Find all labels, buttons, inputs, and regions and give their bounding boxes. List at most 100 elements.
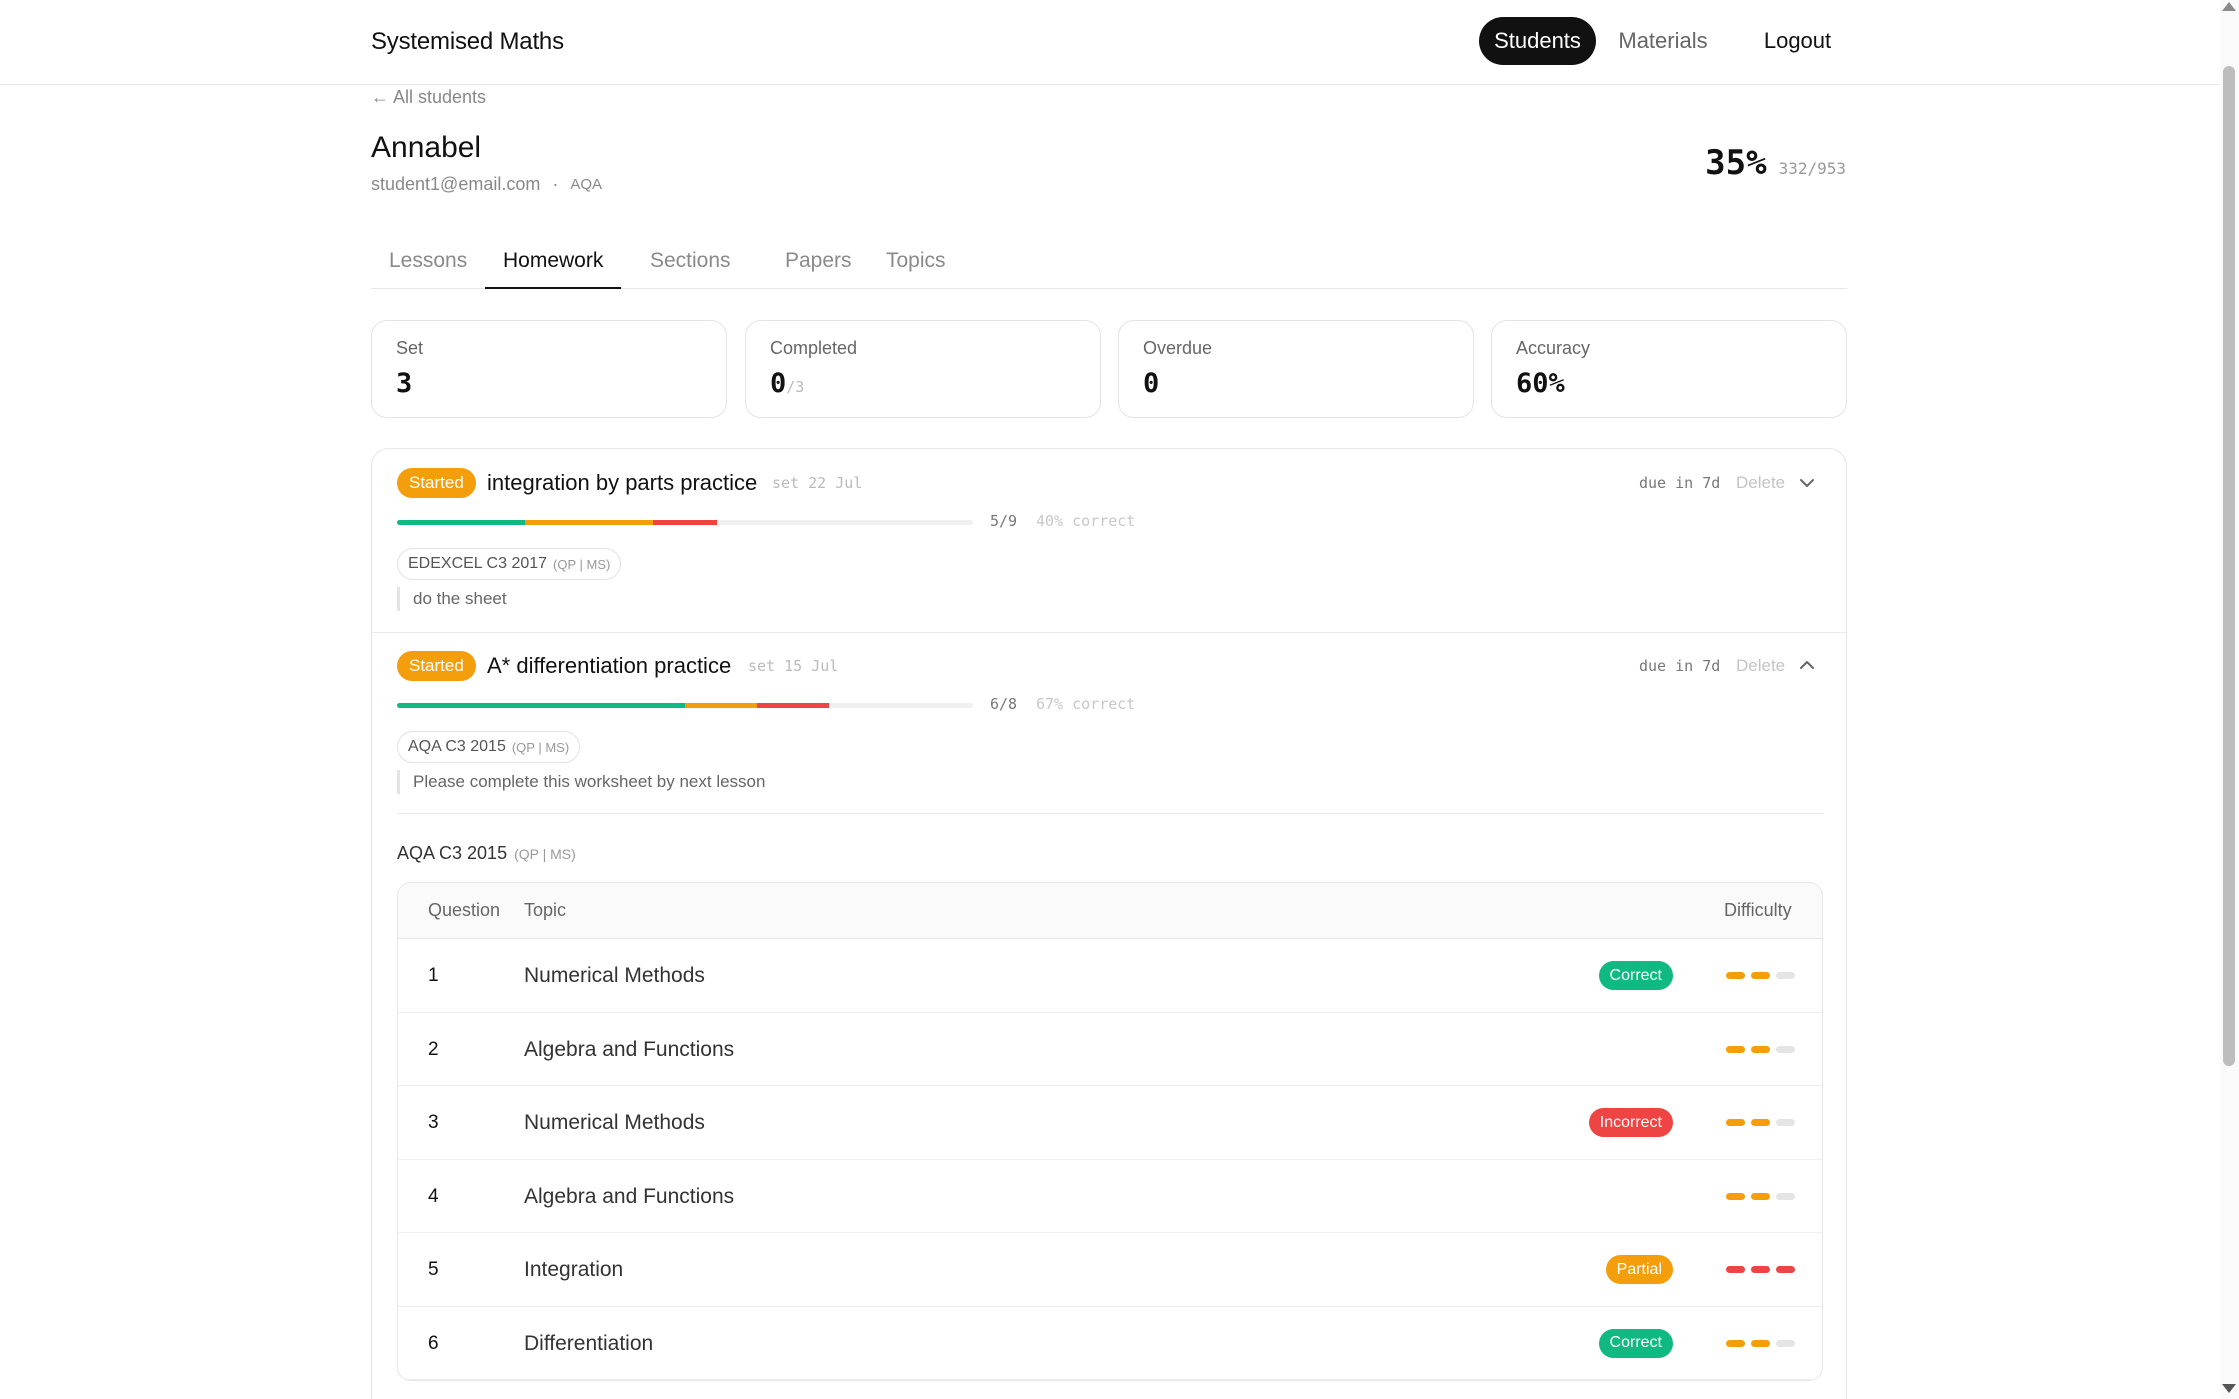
student-tabs: Lessons Homework Sections Papers Topics	[371, 244, 1847, 289]
scroll-up-arrow-icon[interactable]	[2222, 2, 2236, 11]
stat-card-set: Set 3	[371, 320, 727, 418]
status-badge: Started	[397, 651, 476, 681]
status-badge: Started	[397, 468, 476, 498]
tab-papers[interactable]: Papers	[767, 244, 870, 289]
delete-button[interactable]: Delete	[1736, 473, 1785, 493]
progress-partial-segment	[685, 703, 757, 708]
paper-links[interactable]: (QP | MS)	[553, 557, 610, 572]
question-topic: Algebra and Functions	[524, 1184, 735, 1208]
difficulty-pip	[1751, 972, 1770, 979]
exam-board: AQA	[570, 176, 603, 193]
homework-note: Please complete this worksheet by next l…	[397, 770, 765, 794]
question-topic: Algebra and Functions	[524, 1037, 735, 1061]
stat-label: Set	[396, 338, 424, 358]
paper-links[interactable]: (QP | MS)	[512, 740, 569, 755]
difficulty-pip	[1776, 1045, 1795, 1053]
difficulty-indicator	[1726, 1045, 1795, 1053]
completed-denominator: /3	[786, 378, 805, 396]
stat-card-completed: Completed 0/3	[745, 320, 1101, 418]
question-number: 1	[428, 965, 439, 986]
table-row[interactable]: 2 Algebra and Functions	[398, 1013, 1822, 1086]
table-row[interactable]: 1 Numerical Methods Correct	[398, 939, 1822, 1013]
progress-partial-segment	[524, 520, 653, 525]
top-nav: Systemised Maths Students Materials Logo…	[0, 0, 2220, 85]
difficulty-pip	[1726, 1339, 1745, 1347]
delete-button[interactable]: Delete	[1736, 656, 1785, 676]
stat-value: 60%	[1516, 368, 1565, 399]
column-header-difficulty: Difficulty	[1724, 900, 1792, 920]
chevron-up-icon[interactable]	[1798, 656, 1816, 674]
student-name: Annabel	[371, 131, 482, 164]
difficulty-indicator	[1726, 1339, 1795, 1347]
difficulty-indicator	[1726, 1192, 1795, 1200]
homework-progress-bar	[397, 520, 973, 525]
homework-count: 6/8	[990, 695, 1018, 713]
difficulty-indicator	[1726, 1266, 1795, 1273]
nav-materials-button[interactable]: Materials	[1603, 17, 1723, 65]
stat-card-overdue: Overdue 0	[1118, 320, 1474, 418]
difficulty-pip	[1751, 1266, 1770, 1273]
difficulty-pip	[1776, 1266, 1795, 1273]
table-row[interactable]: 5 Integration Partial	[398, 1233, 1822, 1307]
progress-correct-segment	[397, 520, 525, 525]
tab-sections[interactable]: Sections	[632, 244, 749, 289]
difficulty-pip	[1726, 1192, 1745, 1200]
homework-note: do the sheet	[397, 587, 507, 611]
difficulty-pip	[1751, 1339, 1770, 1347]
paper-chip[interactable]: EDEXCEL C3 2017 (QP | MS)	[397, 548, 622, 580]
table-row[interactable]: 3 Numerical Methods Incorrect	[398, 1086, 1822, 1160]
nav-students-button[interactable]: Students	[1479, 17, 1596, 65]
homework-title: A* differentiation practice	[487, 653, 732, 678]
homework-correct-percent: 67% correct	[1036, 695, 1136, 713]
difficulty-indicator	[1726, 1119, 1795, 1126]
difficulty-pip	[1776, 1339, 1795, 1347]
paper-chip[interactable]: AQA C3 2015 (QP | MS)	[397, 731, 581, 763]
homework-correct-percent: 40% correct	[1036, 512, 1136, 530]
stat-value: 3	[396, 368, 413, 399]
tab-lessons[interactable]: Lessons	[371, 244, 485, 289]
scrollbar-thumb[interactable]	[2223, 66, 2235, 1066]
paper-heading: AQA C3 2015 (QP | MS)	[397, 843, 576, 864]
student-meta: student1@email.com · AQA	[371, 174, 602, 195]
brand-logo[interactable]: Systemised Maths	[371, 28, 564, 56]
homework-item[interactable]: Started A* differentiation practice set …	[372, 633, 1846, 813]
paper-heading-name: AQA C3 2015	[397, 843, 508, 863]
table-row[interactable]: 4 Algebra and Functions	[398, 1160, 1822, 1233]
result-badge: Correct	[1598, 1328, 1673, 1358]
difficulty-pip	[1751, 1192, 1770, 1200]
logout-button[interactable]: Logout	[1745, 17, 1850, 65]
difficulty-pip	[1726, 1045, 1745, 1053]
question-topic: Numerical Methods	[524, 1111, 705, 1134]
homework-due: due in 7d	[1639, 474, 1721, 492]
result-badge: Correct	[1598, 961, 1673, 990]
back-to-all-students-link[interactable]: ← All students	[371, 87, 486, 108]
paper-name: AQA C3 2015	[408, 738, 506, 755]
question-topic: Integration	[524, 1258, 624, 1281]
difficulty-indicator	[1726, 972, 1795, 979]
scroll-down-arrow-icon[interactable]	[2222, 1384, 2236, 1393]
question-table: Question Topic Difficulty 1 Numerical Met…	[397, 882, 1823, 1381]
completed-count: 0	[770, 368, 787, 399]
stat-card-accuracy: Accuracy 60%	[1491, 320, 1847, 418]
stat-label: Completed	[770, 338, 858, 358]
stat-label: Overdue	[1143, 338, 1213, 358]
homework-progress-bar	[397, 703, 973, 708]
overall-score: 35% 332/953	[1705, 143, 1846, 183]
result-badge: Partial	[1605, 1255, 1673, 1284]
result-badge: Incorrect	[1588, 1108, 1673, 1137]
paper-heading-links[interactable]: (QP | MS)	[514, 846, 576, 862]
homework-list: Started integration by parts practice se…	[371, 448, 1847, 1399]
question-topic: Numerical Methods	[524, 964, 705, 987]
difficulty-pip	[1726, 1266, 1745, 1273]
tab-homework[interactable]: Homework	[485, 244, 622, 289]
homework-item[interactable]: Started integration by parts practice se…	[372, 449, 1846, 632]
score-percent: 35%	[1705, 143, 1767, 183]
table-body: 1 Numerical Methods Correct 2 Algebra and Fu…	[398, 939, 1822, 1380]
table-row[interactable]: 6 Differentiation Correct	[398, 1307, 1822, 1380]
column-header-question: Question	[428, 900, 501, 920]
chevron-down-icon[interactable]	[1798, 474, 1816, 492]
difficulty-pip	[1776, 1119, 1795, 1126]
question-topic: Differentiation	[524, 1331, 654, 1355]
tab-topics[interactable]: Topics	[868, 244, 964, 289]
student-email: student1@email.com	[371, 174, 541, 194]
